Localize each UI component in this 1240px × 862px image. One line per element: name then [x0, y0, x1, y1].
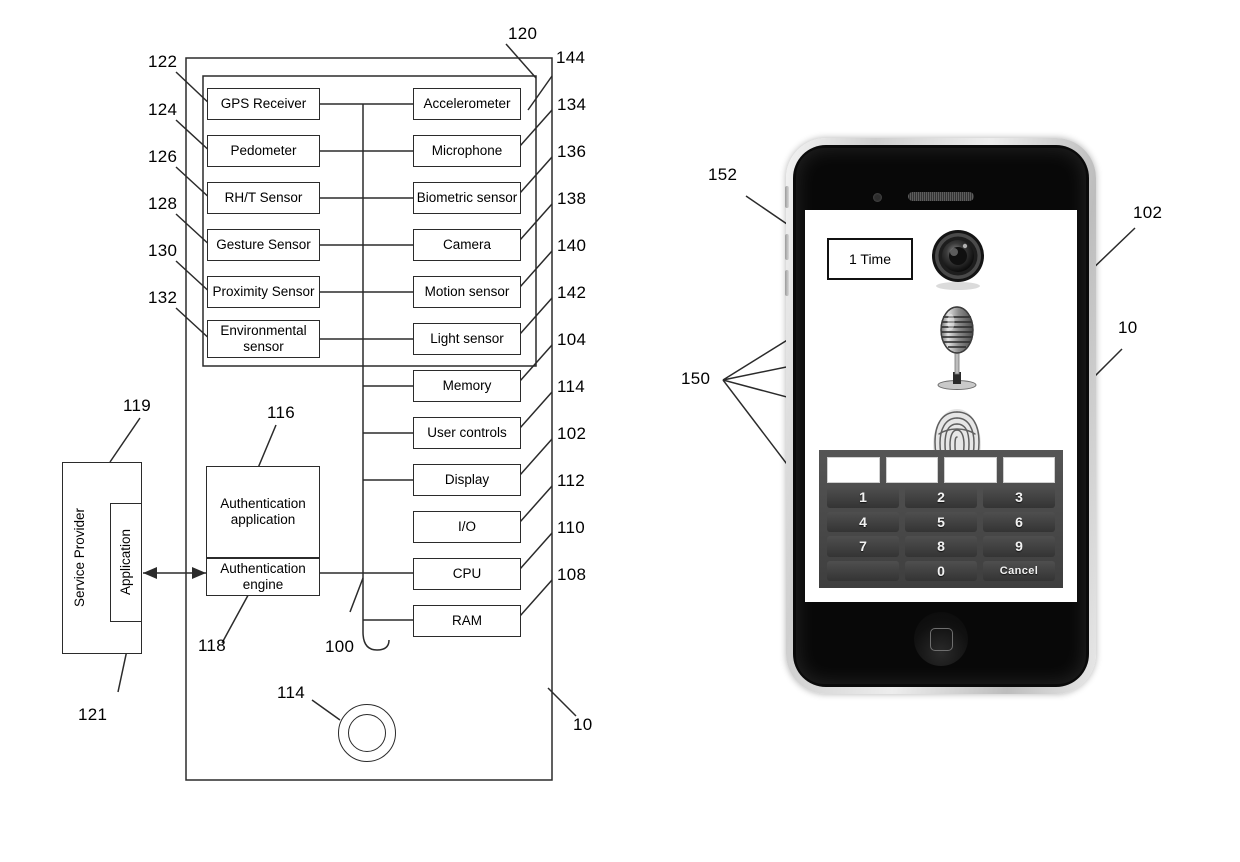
ref-112-display: 112: [557, 471, 586, 490]
ref-144: 144: [556, 48, 586, 67]
key-8[interactable]: 8: [905, 536, 977, 557]
sensor-box-biometric-sensor: Biometric sensor: [413, 182, 521, 214]
component-box-display: Display: [413, 464, 521, 496]
ref-132: 132: [148, 288, 178, 307]
camera-icon[interactable]: [927, 228, 989, 290]
component-box-memory: Memory: [413, 370, 521, 402]
ref-121: 121: [78, 705, 108, 724]
pin-cell: [1002, 457, 1055, 483]
sensor-box-proximity-sensor: Proximity Sensor: [207, 276, 320, 308]
pin-keypad: 1 2 3 4 5 6 7 8 9 0 Cancel: [819, 450, 1063, 588]
ref-10-device: 10: [573, 715, 593, 734]
ref-114-home-button: 114: [277, 683, 306, 702]
sensor-box-microphone: Microphone: [413, 135, 521, 167]
phone-screen: 1 Time 1 2 3 4 5 6 7 8 9 0 Cancel: [805, 210, 1077, 602]
home-button-square-icon: [930, 628, 953, 651]
key-blank: [827, 560, 899, 581]
volume-up-button[interactable]: [785, 234, 789, 260]
silent-switch[interactable]: [785, 186, 789, 208]
ref-152: 152: [708, 165, 738, 184]
key-9[interactable]: 9: [983, 536, 1055, 557]
ref-130: 130: [148, 241, 178, 260]
ref-119: 119: [123, 396, 152, 415]
key-2[interactable]: 2: [905, 487, 977, 508]
ref-140: 140: [557, 236, 587, 255]
keypad-row: 4 5 6: [827, 511, 1055, 532]
key-0[interactable]: 0: [905, 560, 977, 581]
pin-cell: [944, 457, 997, 483]
sensor-box-camera: Camera: [413, 229, 521, 261]
component-box-io: I/O: [413, 511, 521, 543]
ref-138: 138: [557, 189, 587, 208]
microphone-icon[interactable]: [927, 306, 987, 392]
phone-illustration: 1 Time 1 2 3 4 5 6 7 8 9 0 Cancel: [785, 138, 1096, 694]
keypad-row: 7 8 9: [827, 536, 1055, 557]
ref-108-cpu: 108: [557, 565, 587, 584]
ref-150: 150: [681, 369, 711, 388]
patent-figure: GPS Receiver Pedometer RH/T Sensor Gestu…: [0, 0, 1240, 862]
key-7[interactable]: 7: [827, 536, 899, 557]
component-box-user-controls: User controls: [413, 417, 521, 449]
one-time-badge: 1 Time: [827, 238, 913, 280]
key-3[interactable]: 3: [983, 487, 1055, 508]
sensor-box-accelerometer: Accelerometer: [413, 88, 521, 120]
ref-104: 104: [557, 330, 587, 349]
key-cancel[interactable]: Cancel: [983, 560, 1055, 581]
pin-display-row: [827, 457, 1055, 483]
authentication-engine-box: Authentication engine: [206, 558, 320, 596]
volume-down-button[interactable]: [785, 270, 789, 296]
front-camera-icon: [873, 193, 882, 202]
ref-116: 116: [267, 403, 296, 422]
authentication-application-box: Authentication application: [206, 466, 320, 558]
phone-home-button[interactable]: [914, 612, 968, 666]
ref-114-memory: 114: [557, 377, 586, 396]
key-4[interactable]: 4: [827, 511, 899, 532]
ref-128: 128: [148, 194, 178, 213]
sensor-box-gesture-sensor: Gesture Sensor: [207, 229, 320, 261]
sensor-box-environmental-sensor: Environmental sensor: [207, 320, 320, 358]
home-button-inner-icon: [348, 714, 386, 752]
ref-100-bus: 100: [325, 637, 355, 656]
ref-102-user-controls: 102: [557, 424, 587, 443]
service-provider-label: Service Provider: [72, 508, 87, 608]
ref-124: 124: [148, 100, 178, 119]
key-6[interactable]: 6: [983, 511, 1055, 532]
key-1[interactable]: 1: [827, 487, 899, 508]
sensor-box-pedometer: Pedometer: [207, 135, 320, 167]
ref-136: 136: [557, 142, 587, 161]
ref-102-display: 102: [1133, 203, 1163, 222]
ref-120: 120: [508, 24, 538, 43]
pin-cell: [885, 457, 938, 483]
sensor-box-rh-t-sensor: RH/T Sensor: [207, 182, 320, 214]
application-box: Application: [110, 503, 142, 622]
sensor-box-light-sensor: Light sensor: [413, 323, 521, 355]
ref-10-phone: 10: [1118, 318, 1138, 337]
component-box-ram: RAM: [413, 605, 521, 637]
pin-cell: [827, 457, 880, 483]
ref-110-io: 110: [557, 518, 586, 537]
ref-134: 134: [557, 95, 587, 114]
component-box-cpu: CPU: [413, 558, 521, 590]
ref-118: 118: [198, 636, 227, 655]
ref-142: 142: [557, 283, 587, 302]
keypad-row: 0 Cancel: [827, 560, 1055, 581]
sensor-box-motion-sensor: Motion sensor: [413, 276, 521, 308]
sensor-box-gps-receiver: GPS Receiver: [207, 88, 320, 120]
application-label: Application: [118, 529, 134, 596]
ref-122: 122: [148, 52, 178, 71]
ref-126: 126: [148, 147, 178, 166]
keypad-row: 1 2 3: [827, 487, 1055, 508]
earpiece-speaker-icon: [908, 192, 974, 201]
key-5[interactable]: 5: [905, 511, 977, 532]
